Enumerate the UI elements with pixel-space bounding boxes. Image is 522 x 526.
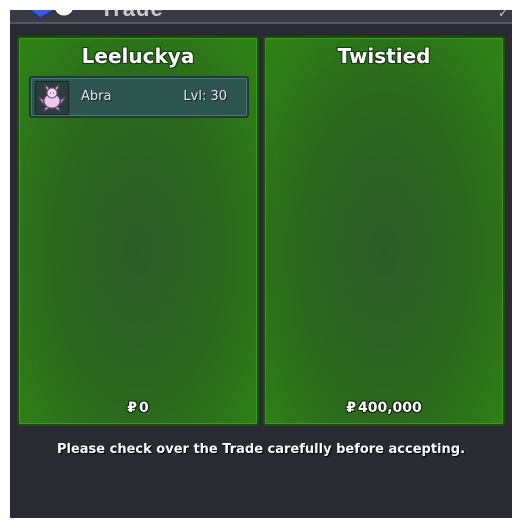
pokemon-level: Lvl: 30 [183,89,227,104]
player-name-self: Leeluckya [81,44,195,68]
money-offer-self: ₽0 [19,400,257,416]
trade-panel-self: Leeluckya Abra Lvl: 30 ₽ 0 [17,36,259,426]
corner-glyph[interactable]: ✓ [498,10,508,20]
trade-pokemon-slot[interactable]: Abra Lvl: 30 [29,76,249,118]
player-name-partner: Twistied [337,44,431,68]
pokedollar-icon: ₽ [346,400,356,416]
abra-sprite-icon [35,81,69,115]
pokedollar-icon: ₽ [127,400,137,416]
trade-logo-icon [29,10,74,19]
trade-window: Trade ✓ Leeluckya Abra Lv [10,10,512,518]
pokemon-name: Abra [81,89,112,104]
money-offer-partner: ₽400,000 [265,400,503,416]
window-title: Trade [100,10,164,22]
money-amount-partner: 400,000 [357,400,422,416]
trade-panel-partner: Twistied ₽400,000 [263,36,505,426]
trade-warning-text: Please check over the Trade carefully be… [56,442,466,457]
title-bar: Trade ✓ [10,10,512,24]
money-amount-self: 0 [139,400,149,416]
